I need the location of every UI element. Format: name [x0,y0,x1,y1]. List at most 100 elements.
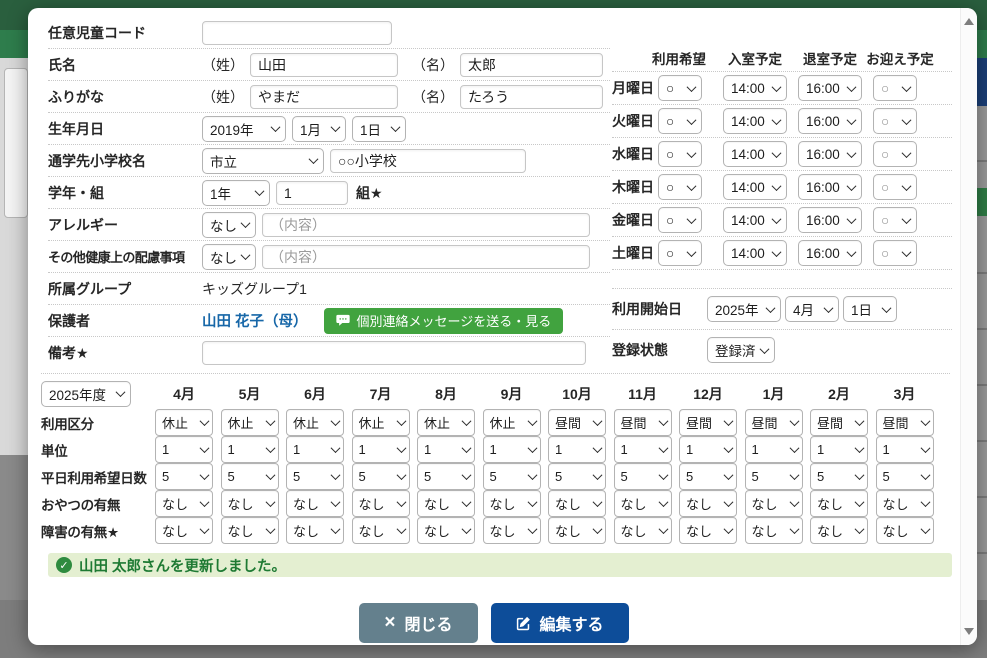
usage-category-select[interactable]: 昼間 [810,409,868,436]
pickup-select[interactable]: ○ [873,174,917,200]
disability-select[interactable]: なし [352,517,410,544]
disability-select[interactable]: なし [679,517,737,544]
disability-select[interactable]: なし [221,517,279,544]
weekday-days-select[interactable]: 5 [876,463,934,490]
fiscal-year-select[interactable]: 2025年度 [41,381,131,407]
entry-time-select[interactable]: 14:00 [723,240,787,266]
send-message-button[interactable]: 個別連絡メッセージを送る・見る [324,308,564,334]
unit-select[interactable]: 1 [352,436,410,463]
entry-time-select[interactable]: 14:00 [723,207,787,233]
usage-wish-select[interactable]: ○ [658,141,702,167]
snack-select[interactable]: なし [221,490,279,517]
weekday-days-select[interactable]: 5 [679,463,737,490]
unit-select[interactable]: 1 [221,436,279,463]
snack-select[interactable]: なし [352,490,410,517]
health-select[interactable]: なし [202,244,256,270]
exit-time-select[interactable]: 16:00 [798,108,862,134]
grade-select[interactable]: 1年 [202,180,270,206]
disability-select[interactable]: なし [548,517,606,544]
entry-time-select[interactable]: 14:00 [723,108,787,134]
disability-select[interactable]: なし [286,517,344,544]
usage-category-select[interactable]: 休止 [417,409,475,436]
usage-wish-select[interactable]: ○ [658,108,702,134]
pickup-select[interactable]: ○ [873,75,917,101]
unit-select[interactable]: 1 [810,436,868,463]
usage-category-select[interactable]: 昼間 [876,409,934,436]
pickup-select[interactable]: ○ [873,141,917,167]
weekday-days-select[interactable]: 5 [614,463,672,490]
pickup-select[interactable]: ○ [873,240,917,266]
weekday-days-select[interactable]: 5 [352,463,410,490]
note-input[interactable] [202,341,586,365]
unit-select[interactable]: 1 [614,436,672,463]
weekday-days-select[interactable]: 5 [745,463,803,490]
disability-select[interactable]: なし [810,517,868,544]
usage-wish-select[interactable]: ○ [658,174,702,200]
kana-last-input[interactable] [250,85,398,109]
snack-select[interactable]: なし [155,490,213,517]
usage-category-select[interactable]: 休止 [286,409,344,436]
unit-select[interactable]: 1 [548,436,606,463]
snack-select[interactable]: なし [614,490,672,517]
entry-time-select[interactable]: 14:00 [723,174,787,200]
disability-select[interactable]: なし [155,517,213,544]
start-day-select[interactable]: 1日 [843,296,897,322]
unit-select[interactable]: 1 [417,436,475,463]
class-input[interactable] [276,181,348,205]
usage-wish-select[interactable]: ○ [658,75,702,101]
usage-category-select[interactable]: 休止 [483,409,541,436]
scrollbar-up-arrow[interactable] [964,18,974,25]
entry-time-select[interactable]: 14:00 [723,75,787,101]
last-name-input[interactable] [250,53,398,77]
pickup-select[interactable]: ○ [873,108,917,134]
first-name-input[interactable] [460,53,603,77]
school-name-input[interactable] [330,149,526,173]
snack-select[interactable]: なし [679,490,737,517]
close-button[interactable]: × 閉じる [359,603,477,643]
usage-wish-select[interactable]: ○ [658,240,702,266]
weekday-days-select[interactable]: 5 [155,463,213,490]
start-year-select[interactable]: 2025年 [707,296,781,322]
snack-select[interactable]: なし [810,490,868,517]
weekday-days-select[interactable]: 5 [221,463,279,490]
weekday-days-select[interactable]: 5 [286,463,344,490]
allergy-detail-input[interactable] [262,213,590,237]
exit-time-select[interactable]: 16:00 [798,240,862,266]
school-type-select[interactable]: 市立 [202,148,324,174]
exit-time-select[interactable]: 16:00 [798,174,862,200]
usage-category-select[interactable]: 昼間 [745,409,803,436]
unit-select[interactable]: 1 [876,436,934,463]
unit-select[interactable]: 1 [286,436,344,463]
weekday-days-select[interactable]: 5 [483,463,541,490]
birth-day-select[interactable]: 1日 [352,116,406,142]
birth-month-select[interactable]: 1月 [292,116,346,142]
health-detail-input[interactable] [262,245,590,269]
usage-category-select[interactable]: 昼間 [548,409,606,436]
disability-select[interactable]: なし [876,517,934,544]
unit-select[interactable]: 1 [679,436,737,463]
exit-time-select[interactable]: 16:00 [798,207,862,233]
usage-category-select[interactable]: 昼間 [614,409,672,436]
allergy-select[interactable]: なし [202,212,256,238]
weekday-days-select[interactable]: 5 [548,463,606,490]
snack-select[interactable]: なし [417,490,475,517]
disability-select[interactable]: なし [483,517,541,544]
start-month-select[interactable]: 4月 [785,296,839,322]
usage-category-select[interactable]: 休止 [155,409,213,436]
edit-button[interactable]: 編集する [491,603,629,643]
snack-select[interactable]: なし [876,490,934,517]
weekday-days-select[interactable]: 5 [417,463,475,490]
snack-select[interactable]: なし [286,490,344,517]
unit-select[interactable]: 1 [155,436,213,463]
usage-category-select[interactable]: 休止 [352,409,410,436]
birth-year-select[interactable]: 2019年 [202,116,286,142]
snack-select[interactable]: なし [548,490,606,517]
entry-time-select[interactable]: 14:00 [723,141,787,167]
scrollbar-down-arrow[interactable] [964,628,974,635]
disability-select[interactable]: なし [417,517,475,544]
guardian-link[interactable]: 山田 花子（母） [202,310,308,331]
child-code-input[interactable] [202,21,392,45]
usage-wish-select[interactable]: ○ [658,207,702,233]
snack-select[interactable]: なし [483,490,541,517]
registration-status-select[interactable]: 登録済 [707,337,775,363]
